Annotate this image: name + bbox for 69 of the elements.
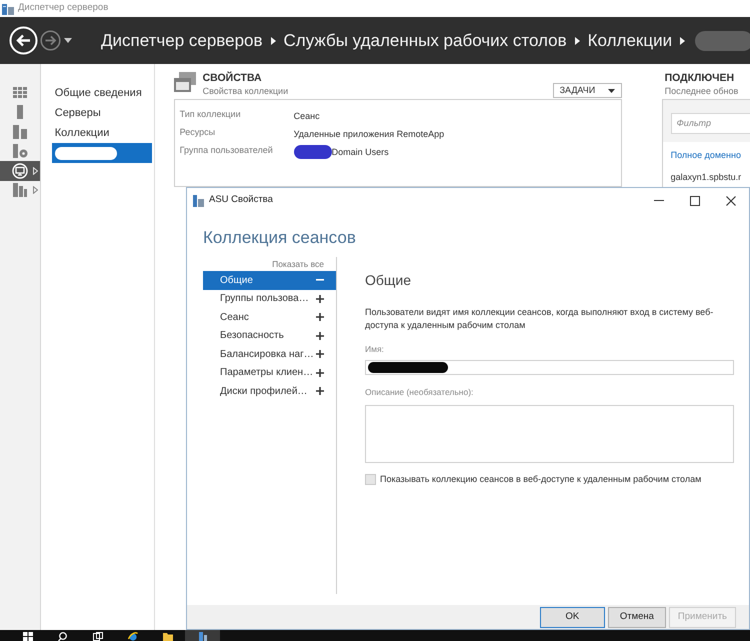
- maximize-icon: [690, 196, 700, 206]
- server-disk-icon: [12, 143, 28, 160]
- checkbox-label: Показывать коллекцию сеансов в веб-доступе к удаленным рабочим столам: [380, 473, 702, 486]
- web-access-checkbox[interactable]: [365, 474, 376, 486]
- name-field[interactable]: [365, 360, 734, 375]
- table-cell-text: galaxyn1.spbstu.r: [670, 171, 742, 183]
- section-item[interactable]: Безопасность: [203, 326, 336, 345]
- description-field[interactable]: [365, 405, 734, 463]
- show-all-link[interactable]: Показать все: [203, 257, 336, 271]
- dialog-heading: Коллекция сеансов: [203, 227, 357, 249]
- section-item[interactable]: Диски профилей…: [203, 382, 336, 400]
- servers-icon: [12, 124, 28, 140]
- breadcrumb-separator-icon: [680, 36, 686, 44]
- section-item[interactable]: Группы пользова…: [203, 290, 336, 308]
- back-button[interactable]: [9, 26, 38, 55]
- task-view-icon: [92, 632, 102, 641]
- property-label: Ресурсы: [180, 126, 216, 139]
- tasks-button[interactable]: ЗАДАЧИ: [552, 83, 622, 98]
- property-label: Тип коллекции: [180, 108, 242, 121]
- section-title: СВОЙСТВА: [202, 72, 263, 85]
- property-label: Группа пользователей: [180, 144, 274, 157]
- server-group-icon: [12, 182, 28, 198]
- breadcrumb-link[interactable]: Коллекции: [588, 28, 672, 54]
- breadcrumb-link[interactable]: Службы удаленных рабочих столов: [284, 28, 567, 54]
- section-heading: Общие: [365, 271, 412, 289]
- section-item[interactable]: Общие: [203, 271, 336, 290]
- search-icon: [58, 632, 68, 641]
- section-subtitle: Последнее обнов: [664, 85, 740, 98]
- section-title: ПОДКЛЮЧЕН: [664, 72, 736, 85]
- caret-icon: [608, 88, 615, 92]
- minimize-icon: [654, 200, 664, 201]
- caret-icon: [64, 38, 72, 43]
- redaction-blob: [54, 146, 117, 160]
- app-icon: [2, 2, 14, 14]
- dialog-button[interactable]: OK: [540, 606, 605, 628]
- section-subtitle: Свойства коллекции: [202, 85, 288, 98]
- close-icon: [726, 196, 736, 206]
- intro-text: Пользователи видят имя коллекции сеансов, когда выполняют вход в систему веб-доступа к удаленным рабочим столам: [365, 306, 714, 332]
- nav-item[interactable]: Серверы: [52, 103, 152, 123]
- window-title: Диспетчер серверов: [18, 1, 108, 16]
- nav-item[interactable]: [52, 143, 152, 163]
- start-icon: [22, 632, 32, 641]
- breadcrumb-link[interactable]: Диспетчер серверов: [101, 28, 263, 54]
- breadcrumb-separator-icon: [574, 36, 580, 44]
- section-item[interactable]: Параметры клиен…: [203, 364, 336, 382]
- property-value: Сеанс: [294, 110, 320, 123]
- property-value: Domain Users: [332, 146, 389, 159]
- section-item[interactable]: Балансировка наг…: [203, 345, 336, 364]
- rail-item[interactable]: [0, 161, 40, 180]
- filter-field[interactable]: Фильтр: [670, 112, 750, 134]
- server-icon: [193, 194, 204, 206]
- field-label: Имя:: [365, 344, 385, 355]
- browser-icon: [128, 632, 138, 641]
- folder-icon: [162, 632, 172, 641]
- server-icon: [198, 632, 208, 641]
- history-dropdown-button[interactable]: [64, 38, 72, 43]
- field-label: Описание (необязательно):: [365, 387, 474, 398]
- section-item[interactable]: Сеанс: [203, 308, 336, 326]
- remote-desktop-icon: [12, 162, 28, 179]
- nav-item[interactable]: Общие сведения: [52, 83, 152, 103]
- dialog-title: ASU Свойства: [209, 193, 273, 208]
- property-value: Удаленные приложения RemoteApp: [294, 128, 444, 141]
- redaction-blob: [695, 30, 750, 50]
- dialog-button[interactable]: Отмена: [608, 606, 666, 628]
- grid-icon: [12, 84, 28, 101]
- breadcrumb-separator-icon: [270, 36, 276, 44]
- column-header[interactable]: Полное доменно: [662, 142, 750, 161]
- nav-item[interactable]: Коллекции: [52, 123, 152, 143]
- window-stack-icon: [174, 72, 196, 92]
